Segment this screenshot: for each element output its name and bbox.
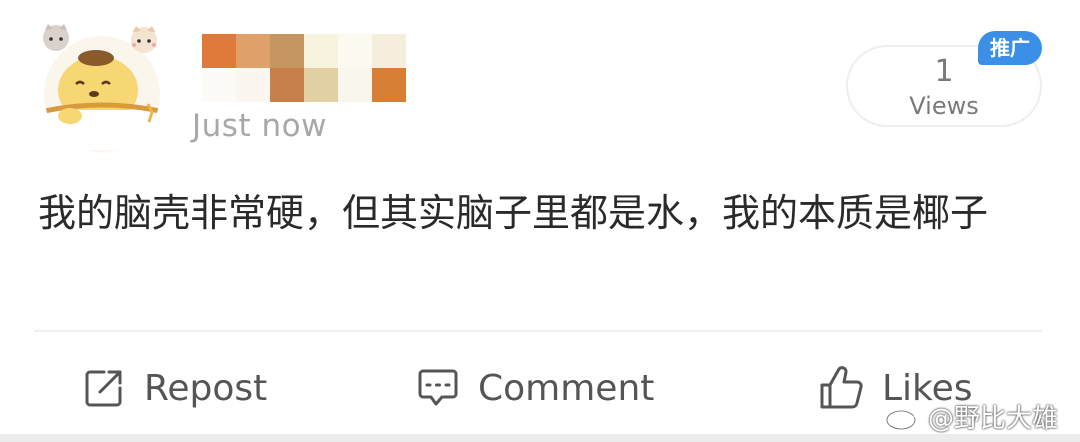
blurred-username	[202, 34, 406, 102]
thumbs-up-icon	[820, 366, 863, 409]
weibo-logo-icon	[885, 404, 922, 431]
username-mosaic[interactable]	[202, 34, 406, 102]
weibo-post-card: Just now 1 Views 推广 我的脑壳非常硬，但其实脑子里都是水，我的…	[0, 0, 1080, 442]
comment-label: Comment	[478, 367, 655, 409]
watermark-text: @野比大雄	[928, 403, 1059, 434]
comment-icon	[418, 369, 458, 406]
watermark: @野比大雄	[884, 398, 1058, 434]
post-text: 我的脑壳非常硬，但其实脑子里都是水，我的本质是椰子	[38, 191, 989, 235]
bottom-separator	[0, 434, 1080, 442]
divider	[34, 330, 1042, 332]
avatar-illustration	[43, 24, 160, 152]
views-label: Views	[909, 92, 979, 120]
promoted-badge: 推广	[978, 31, 1042, 65]
post-timestamp: Just now	[192, 108, 327, 144]
repost-label: Repost	[144, 367, 268, 409]
repost-icon	[85, 370, 122, 407]
repost-button[interactable]: Repost	[82, 360, 267, 416]
comment-button[interactable]: Comment	[416, 360, 654, 416]
avatar[interactable]	[36, 24, 166, 152]
